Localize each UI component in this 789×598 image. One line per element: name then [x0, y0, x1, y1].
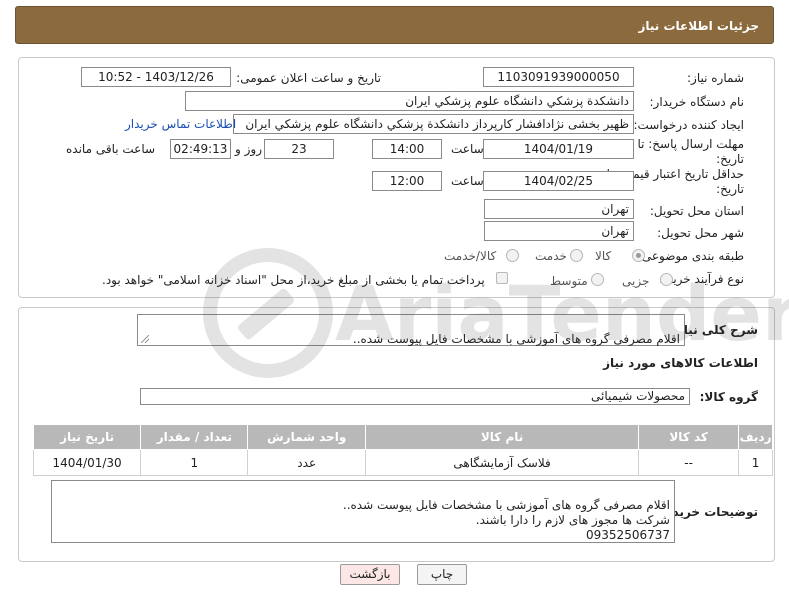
print-button[interactable]: چاپ	[417, 564, 467, 585]
back-button[interactable]: بازگشت	[340, 564, 400, 585]
buyer-contact-link[interactable]: اطلاعات تماس خریدار	[125, 117, 236, 131]
category-service-label: خدمت	[535, 249, 567, 263]
treasury-payment-checkbox[interactable]	[496, 272, 508, 284]
col-date-header: تاریخ نیاز	[32, 424, 142, 450]
resize-grip-icon[interactable]	[141, 335, 149, 343]
purchase-minor-radio[interactable]	[660, 273, 673, 286]
goods-group-field: محصولات شیمیائی	[140, 388, 690, 405]
goods-info-title: اطلاعات کالاهای مورد نیاز	[603, 356, 758, 370]
reply-deadline-date-label: تاریخ:	[716, 152, 744, 166]
city-field: تهران	[484, 221, 634, 241]
buyer-notes-field: اقلام مصرفی گروه های آموزشی با مشخصات فا…	[51, 480, 675, 543]
need-number-field: 1103091939000050	[483, 67, 634, 87]
need-number-label: شماره نیاز:	[687, 71, 744, 85]
reply-deadline-date-field: 1404/01/19	[483, 139, 634, 159]
announce-datetime-field: 1403/12/26 - 10:52	[81, 67, 231, 87]
goods-table: ردیف کد کالا نام کالا واحد شمارش تعداد /…	[32, 424, 773, 476]
general-desc-field: اقلام مصرفی گروه های آموزشی با مشخصات فا…	[137, 314, 685, 346]
page-title: جزئیات اطلاعات نیاز	[638, 19, 759, 33]
category-goods-service-radio[interactable]	[506, 249, 519, 262]
goods-table-header: ردیف کد کالا نام کالا واحد شمارش تعداد /…	[32, 424, 773, 450]
remaining-days-field: 23	[264, 139, 334, 159]
page-header: جزئیات اطلاعات نیاز	[15, 6, 774, 44]
province-label: استان محل تحویل:	[649, 204, 744, 218]
cell-row: 1	[738, 449, 773, 476]
price-validity-date-field: 1404/02/25	[483, 171, 634, 191]
cell-code: --	[638, 449, 740, 476]
price-validity-time-label: ساعت	[451, 174, 484, 188]
general-desc-text: اقلام مصرفی گروه های آموزشی با مشخصات فا…	[352, 332, 680, 346]
announce-datetime-label: تاریخ و ساعت اعلان عمومی:	[236, 71, 381, 85]
cell-unit: عدد	[247, 449, 366, 476]
col-row-header: ردیف	[738, 424, 773, 450]
buyer-notes-text: اقلام مصرفی گروه های آموزشی با مشخصات فا…	[342, 498, 670, 542]
remaining-days-label: روز و	[235, 142, 262, 156]
col-code-header: کد کالا	[638, 424, 740, 450]
goods-group-label: گروه کالا:	[699, 390, 758, 404]
category-service-radio[interactable]	[570, 249, 583, 262]
reply-deadline-time-field: 14:00	[372, 139, 442, 159]
category-goods-label: کالا	[595, 249, 612, 263]
reply-deadline-label: مهلت ارسال پاسخ: تا	[637, 137, 744, 151]
cell-name: فلاسک آزمایشگاهی	[364, 449, 640, 476]
treasury-payment-note: پرداخت تمام یا بخشی از مبلغ خرید،از محل …	[102, 273, 485, 287]
city-label: شهر محل تحویل:	[657, 226, 744, 240]
province-field: تهران	[484, 199, 634, 219]
requester-label: ایجاد کننده درخواست:	[633, 118, 744, 132]
buyer-org-field: دانشکدة پزشكي دانشگاه علوم پزشكي ايران	[185, 91, 634, 111]
purchase-medium-radio[interactable]	[591, 273, 604, 286]
buyer-org-label: نام دستگاه خریدار:	[649, 95, 745, 109]
purchase-minor-label: جزیی	[622, 274, 650, 288]
col-name-header: نام کالا	[364, 424, 640, 450]
cell-date: 1404/01/30	[32, 449, 142, 476]
category-goods-radio[interactable]	[632, 249, 645, 262]
reply-deadline-time-label: ساعت	[451, 142, 484, 156]
price-validity-time-field: 12:00	[372, 171, 442, 191]
category-label: طبقه بندی موضوعی:	[637, 249, 744, 263]
price-validity-date-label: تاریخ:	[716, 182, 744, 196]
table-row: 1 -- فلاسک آزمایشگاهی عدد 1 1404/01/30	[32, 449, 773, 476]
requester-field: ظهیر بخشی نژادافشار کارپرداز دانشکدة پزش…	[233, 114, 634, 134]
remaining-time-field: 02:49:13	[170, 139, 231, 159]
purchase-medium-label: متوسط	[550, 274, 588, 288]
cell-qty: 1	[140, 449, 249, 476]
remaining-time-label: ساعت باقی مانده	[66, 142, 156, 156]
category-goods-service-label: کالا/خدمت	[444, 249, 497, 263]
col-qty-header: تعداد / مقدار	[140, 424, 249, 450]
col-unit-header: واحد شمارش	[247, 424, 366, 450]
